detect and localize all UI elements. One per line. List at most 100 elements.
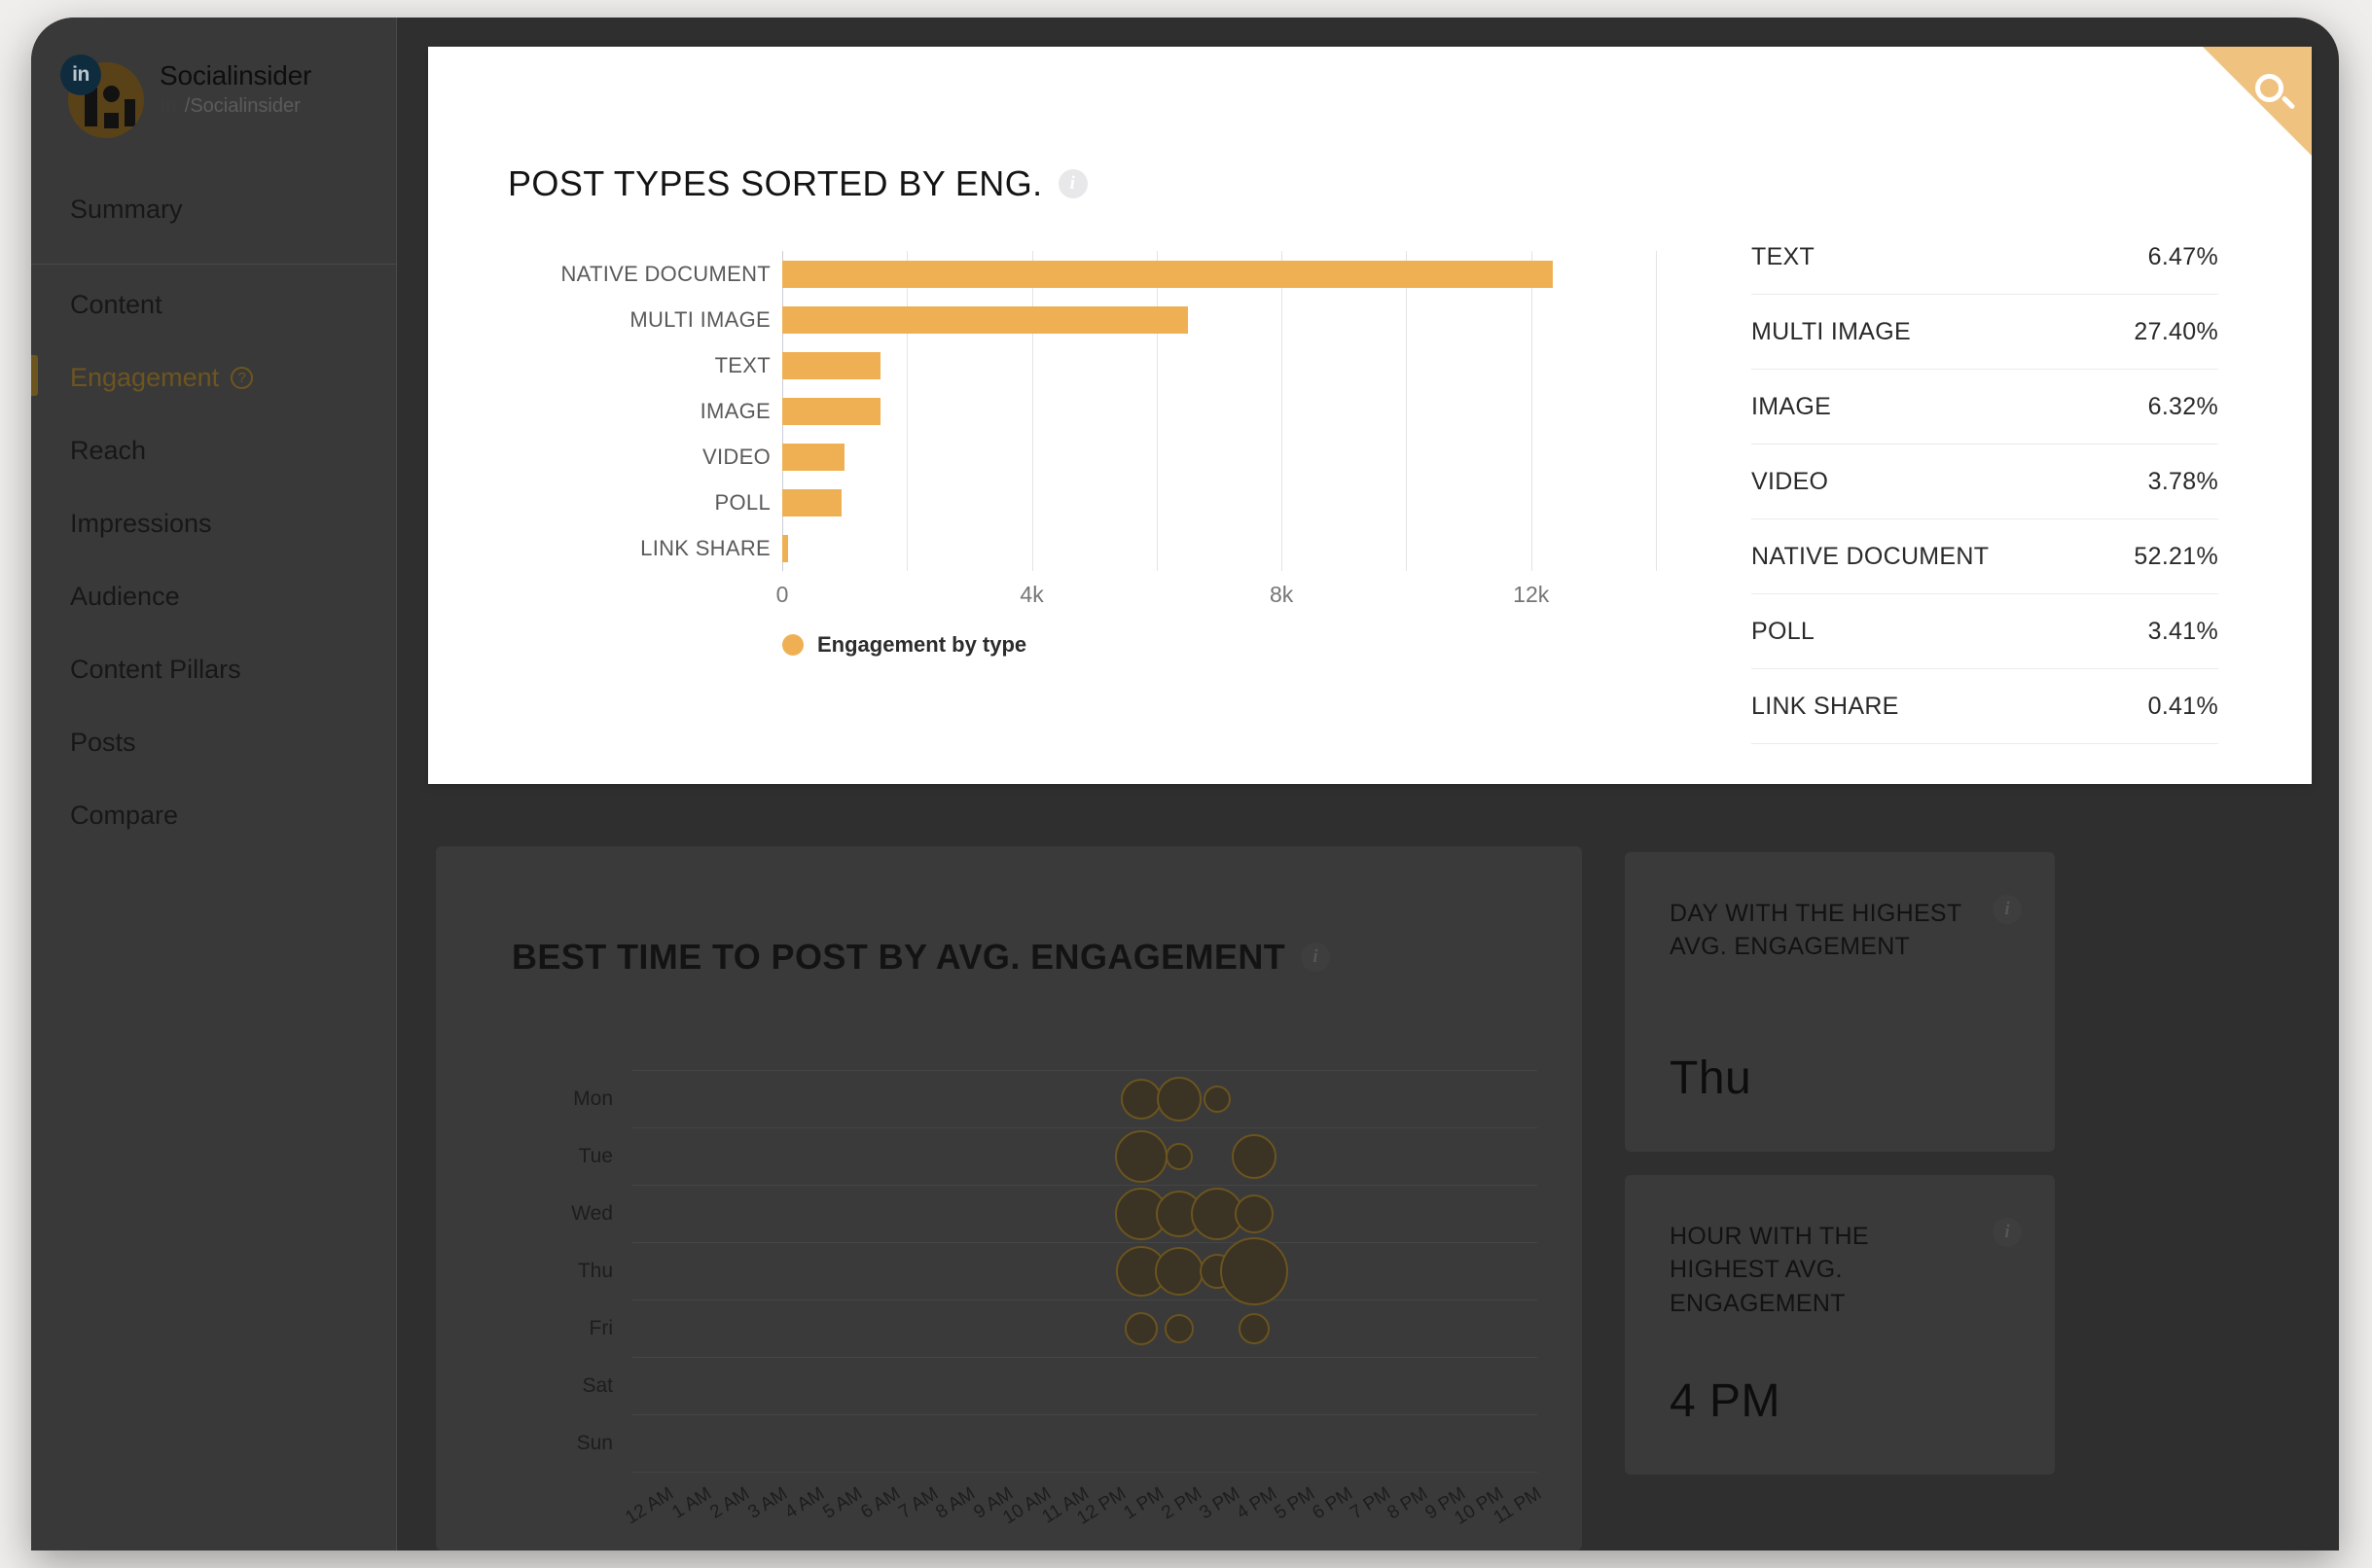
- bubble-point[interactable]: [1203, 1085, 1231, 1113]
- bar-category-label: LINK SHARE: [640, 536, 771, 560]
- main-content: POST TYPES SORTED BY ENG. i NATIVE DOCUM…: [397, 18, 2339, 1550]
- sidebar-nav: Summary Content Engagement ? Reach Impre…: [31, 173, 396, 852]
- bar-category-label: NATIVE DOCUMENT: [560, 262, 771, 286]
- percent-value: 3.78%: [2147, 467, 2218, 495]
- stat-value: Thu: [1670, 1052, 1752, 1104]
- sidebar-item-reach[interactable]: Reach: [31, 414, 396, 487]
- sidebar-item-content[interactable]: Content: [31, 264, 396, 341]
- bubble-point[interactable]: [1115, 1129, 1168, 1183]
- sidebar-item-label: Impressions: [70, 509, 212, 538]
- sidebar-item-label: Engagement: [70, 363, 220, 392]
- info-icon[interactable]: i: [1993, 1218, 2022, 1247]
- table-row: LINK SHARE 0.41%: [1751, 669, 2218, 744]
- bar-row[interactable]: [782, 297, 1656, 342]
- sidebar-item-label: Audience: [70, 582, 180, 611]
- bar[interactable]: [782, 534, 789, 562]
- day-highest-engagement-card: DAY WITH THE HIGHEST AVG. ENGAGEMENT i T…: [1625, 852, 2055, 1152]
- bar[interactable]: [782, 260, 1554, 288]
- table-row: POLL 3.41%: [1751, 594, 2218, 669]
- percent-value: 0.41%: [2147, 692, 2218, 720]
- brand-handle-row: in /Socialinsider: [160, 95, 311, 118]
- sidebar-item-label: Compare: [70, 801, 179, 830]
- bar-x-axis-ticks: 0 4k 8k 12k: [776, 582, 1656, 615]
- bar[interactable]: [782, 305, 1188, 334]
- brand-header: in Socialinsider in /Socialinsider: [31, 18, 396, 138]
- bubble-day-label: Fri: [589, 1317, 614, 1339]
- bar[interactable]: [782, 443, 845, 471]
- percent-value: 27.40%: [2134, 317, 2218, 345]
- bar[interactable]: [782, 397, 881, 425]
- table-row: IMAGE 6.32%: [1751, 370, 2218, 445]
- sidebar-item-audience[interactable]: Audience: [31, 560, 396, 633]
- bar-row[interactable]: [782, 434, 1656, 480]
- x-tick-label: 8k: [1269, 582, 1294, 607]
- gridline: [632, 1472, 1537, 1473]
- legend-label: Engagement by type: [817, 632, 1027, 657]
- bar-category-label: MULTI IMAGE: [629, 307, 771, 332]
- gridline: [632, 1414, 1537, 1415]
- question-mark-icon[interactable]: ?: [231, 367, 254, 389]
- table-row: NATIVE DOCUMENT 52.21%: [1751, 519, 2218, 594]
- bubble-day-label: Thu: [577, 1260, 613, 1282]
- bar-category-label: POLL: [714, 490, 771, 515]
- bubble-point[interactable]: [1235, 1194, 1275, 1233]
- bubble-plot-area: [632, 1070, 1537, 1473]
- sidebar: in Socialinsider in /Socialinsider Summa…: [31, 18, 397, 1550]
- bubble-point[interactable]: [1156, 1076, 1202, 1122]
- table-row: MULTI IMAGE 27.40%: [1751, 295, 2218, 370]
- bar-plot-area: [782, 251, 1657, 571]
- bar-row[interactable]: [782, 251, 1656, 297]
- percent-label: TEXT: [1751, 242, 1815, 270]
- bubble-point[interactable]: [1154, 1246, 1204, 1296]
- bar-row[interactable]: [782, 388, 1656, 434]
- bar-category-labels: NATIVE DOCUMENT MULTI IMAGE TEXT IMAGE VIDEO…: [508, 251, 771, 571]
- gridline: [632, 1357, 1537, 1358]
- tablet-device-frame: in Socialinsider in /Socialinsider Summa…: [31, 18, 2339, 1550]
- sidebar-item-posts[interactable]: Posts: [31, 706, 396, 779]
- bar-row[interactable]: [782, 342, 1656, 388]
- search-corner-ribbon[interactable]: [2203, 47, 2312, 156]
- bubble-hour-labels: 12 AM 1 AM 2 AM 3 AM 4 AM 5 AM 6 AM 7 AM 8 AM 9 A…: [623, 1483, 1545, 1550]
- avatar: in: [60, 54, 144, 138]
- percent-label: LINK SHARE: [1751, 692, 1899, 720]
- best-time-title: BEST TIME TO POST BY AVG. ENGAGEMENT: [512, 937, 1286, 977]
- best-time-bubble-chart: Mon Tue Wed Thu Fri Sat Sun 12 AM 1 AM 2 AM 3 AM 4…: [535, 1070, 1545, 1529]
- bubble-point[interactable]: [1164, 1313, 1194, 1343]
- bar-row[interactable]: [782, 480, 1656, 525]
- info-icon[interactable]: i: [1301, 943, 1331, 972]
- best-time-to-post-card: BEST TIME TO POST BY AVG. ENGAGEMENT i M…: [436, 846, 1582, 1550]
- bubble-day-label: Sun: [576, 1432, 613, 1454]
- sidebar-item-compare[interactable]: Compare: [31, 779, 396, 852]
- bubble-point[interactable]: [1121, 1078, 1163, 1120]
- bar[interactable]: [782, 488, 842, 517]
- chart-legend: Engagement by type: [782, 632, 1026, 658]
- linkedin-badge-icon: in: [60, 54, 101, 95]
- bar-row[interactable]: [782, 525, 1656, 571]
- bubble-day-labels: Mon Tue Wed Thu Fri Sat Sun: [535, 1070, 613, 1472]
- percent-label: VIDEO: [1751, 467, 1829, 495]
- sidebar-item-engagement[interactable]: Engagement ?: [31, 341, 396, 414]
- info-icon[interactable]: i: [1993, 895, 2022, 924]
- sidebar-item-label: Posts: [70, 728, 136, 757]
- sidebar-item-summary[interactable]: Summary: [31, 173, 396, 246]
- percent-label: MULTI IMAGE: [1751, 317, 1911, 345]
- linkedin-in-icon: in: [160, 95, 177, 117]
- bubble-point[interactable]: [1239, 1312, 1271, 1344]
- info-icon[interactable]: i: [1058, 169, 1088, 198]
- search-icon[interactable]: [2253, 72, 2296, 115]
- bubble-point[interactable]: [1125, 1311, 1159, 1345]
- hour-highest-engagement-card: HOUR WITH THE HIGHEST AVG. ENGAGEMENT i …: [1625, 1175, 2055, 1475]
- bubble-point[interactable]: [1165, 1142, 1193, 1170]
- bar[interactable]: [782, 351, 881, 379]
- sidebar-item-label: Content Pillars: [70, 655, 241, 684]
- bubble-point[interactable]: [1220, 1236, 1289, 1305]
- x-tick-label: 12k: [1513, 582, 1550, 607]
- sidebar-item-content-pillars[interactable]: Content Pillars: [31, 633, 396, 706]
- sidebar-item-impressions[interactable]: Impressions: [31, 487, 396, 560]
- sidebar-item-label: Reach: [70, 436, 147, 465]
- percent-value: 6.32%: [2147, 392, 2218, 420]
- post-types-title: POST TYPES SORTED BY ENG.: [508, 163, 1043, 203]
- bubble-day-label: Sat: [582, 1374, 613, 1397]
- bubble-point[interactable]: [1232, 1133, 1277, 1179]
- stat-title: HOUR WITH THE HIGHEST AVG. ENGAGEMENT: [1670, 1223, 1869, 1317]
